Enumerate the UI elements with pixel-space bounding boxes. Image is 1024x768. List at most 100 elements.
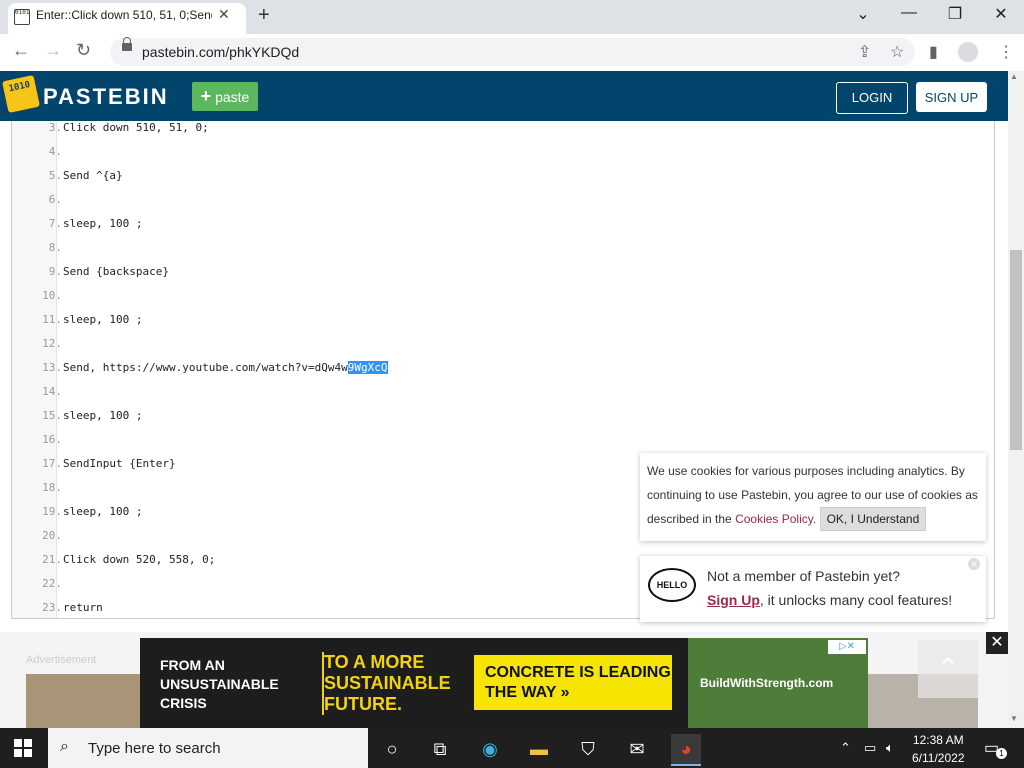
signup-link[interactable]: Sign Up (707, 592, 760, 608)
ad-label: Advertisement (26, 654, 97, 666)
line-text: Send ^{a} (63, 169, 123, 182)
close-window-icon[interactable]: ✕ (978, 4, 1024, 24)
line-number: 14. (42, 385, 62, 398)
line-content: Click down 520, 558, 0; (63, 553, 215, 566)
site-name[interactable]: PASTEBIN (43, 84, 169, 110)
tray-chevron-icon[interactable]: ⌃ (840, 740, 851, 756)
line-number: 13. (42, 361, 62, 374)
line-content: sleep, 100 ; (63, 409, 142, 422)
clock-date: 6/11/2022 (912, 751, 965, 765)
cortana-icon[interactable]: ○ (377, 734, 407, 764)
line-content: Send, https://www.youtube.com/watch?v=dQ… (63, 361, 388, 374)
reload-icon[interactable]: ↻ (76, 40, 91, 61)
new-paste-button[interactable]: + paste (192, 82, 258, 111)
line-number: 8. (48, 241, 62, 254)
pastebin-favicon-icon: 0101 (14, 9, 30, 25)
side-panel-icon[interactable]: ▮ (929, 42, 938, 62)
code-line: 12. (12, 337, 994, 361)
profile-avatar-icon[interactable] (958, 42, 978, 62)
scroll-to-top-icon[interactable]: ⌃ (918, 640, 978, 698)
line-text: Click down 510, 51, 0; (63, 121, 209, 134)
lock-icon[interactable] (122, 37, 132, 51)
tab-close-icon[interactable]: ✕ (218, 6, 230, 23)
tab-search-icon[interactable]: ⌄ (840, 4, 886, 24)
search-icon: ⌕ (60, 738, 69, 755)
minimize-icon[interactable]: — (886, 4, 932, 22)
forward-icon[interactable]: → (44, 40, 62, 61)
line-number: 9. (48, 265, 62, 278)
ad-headline-1: FROM AN UNSUSTAINABLE CRISIS (160, 657, 279, 711)
pastebin-logo-icon[interactable]: 1010 (0, 73, 42, 115)
line-text: sleep, 100 ; (63, 313, 143, 326)
line-text: Send, https://www.youtube.com/watch?v=dQ… (63, 361, 348, 374)
code-line: 11. sleep, 100 ; (12, 313, 994, 337)
task-view-icon[interactable]: ⧉ (425, 734, 455, 764)
edge-browser-icon[interactable]: ◉ (475, 734, 505, 764)
code-line: 13. Send, https://www.youtube.com/watch?v… (12, 361, 994, 385)
line-content: Send ^{a} (63, 169, 123, 182)
code-line: 9. Send {backspace} (12, 265, 994, 289)
notification-badge: 1 (996, 748, 1007, 759)
code-line: 14. (12, 385, 994, 409)
paste-label: paste (215, 89, 250, 105)
line-number: 15. (42, 409, 62, 422)
cookie-notice: We use cookies for various purposes incl… (640, 453, 986, 541)
close-prompt-icon[interactable]: ✕ (968, 558, 980, 570)
close-ad-icon[interactable]: ✕ (986, 632, 1008, 654)
code-line: 4. (12, 145, 994, 169)
line-number: 22. (42, 577, 62, 590)
tab-title: Enter::Click down 510, 51, 0;Send (36, 8, 212, 22)
line-number: 18. (42, 481, 62, 494)
line-text: Send {backspace} (63, 265, 169, 278)
line-text: sleep, 100 ; (63, 217, 143, 230)
cookies-policy-link[interactable]: Cookies Policy (735, 512, 813, 526)
ad-headline-3: CONCRETE IS LEADING THE WAY » (474, 655, 672, 710)
ad-side-image-left[interactable] (26, 674, 140, 728)
plus-icon: + (200, 86, 212, 106)
scroll-down-arrow-icon[interactable]: ▼ (1010, 714, 1018, 723)
line-content: sleep, 100 ; (63, 505, 142, 518)
scroll-up-arrow-icon[interactable]: ▲ (1010, 72, 1018, 81)
mail-icon[interactable]: ✉ (622, 734, 652, 764)
line-content: sleep, 100 ; (63, 217, 142, 230)
chrome-icon[interactable]: ◕ (671, 734, 701, 766)
signup-prompt-text: Not a member of Pastebin yet? Sign Up, i… (707, 564, 952, 612)
line-content: SendInput {Enter} (63, 457, 176, 470)
restore-icon[interactable]: ❐ (932, 4, 978, 24)
line-content: Click down 510, 51, 0; (63, 121, 209, 134)
taskbar-search-placeholder[interactable]: Type here to search (88, 740, 221, 757)
address-url[interactable]: pastebin.com/phkYKDQd (142, 44, 299, 60)
line-content: sleep, 100 ; (63, 313, 142, 326)
signup-prompt-line2: , it unlocks many cool features! (759, 592, 953, 608)
ad-banner[interactable]: FROM AN UNSUSTAINABLE CRISIS TO A MORE S… (140, 638, 868, 728)
bookmark-star-icon[interactable]: ☆ (890, 42, 904, 62)
line-text: sleep, 100 ; (63, 409, 143, 422)
line-number: 19. (42, 505, 62, 518)
code-line: 15. sleep, 100 ; (12, 409, 994, 433)
back-icon[interactable]: ← (12, 40, 30, 61)
line-number: 10. (42, 289, 62, 302)
menu-kebab-icon[interactable]: ⋮ (998, 42, 1014, 62)
taskbar-clock[interactable]: 12:38 AM 6/11/2022 (912, 731, 965, 767)
code-line: 8. (12, 241, 994, 265)
signup-prompt-line1: Not a member of Pastebin yet? (707, 568, 900, 584)
cookie-accept-button[interactable]: OK, I Understand (819, 507, 927, 531)
code-line: 5. Send ^{a} (12, 169, 994, 193)
new-tab-icon[interactable]: + (258, 4, 270, 27)
login-button[interactable]: LOGIN (836, 82, 908, 114)
ad-headline-2: TO A MORE SUSTAINABLE FUTURE. (322, 652, 472, 715)
file-explorer-icon[interactable]: ▬ (524, 734, 554, 764)
share-icon[interactable]: ⇪ (858, 42, 871, 62)
network-icon[interactable]: ▭ (864, 740, 876, 756)
line-number: 12. (42, 337, 62, 350)
line-number: 5. (48, 169, 62, 182)
line-number: 6. (48, 193, 62, 206)
scrollbar-thumb[interactable] (1010, 250, 1022, 450)
hello-speech-bubble-icon: HELLO (648, 568, 696, 602)
microsoft-store-icon[interactable]: ⛉ (573, 734, 603, 764)
signup-button[interactable]: SIGN UP (916, 82, 987, 112)
windows-start-icon[interactable] (14, 739, 32, 757)
adchoices-icon[interactable]: ▷✕ (828, 640, 866, 654)
line-number: 7. (48, 217, 62, 230)
volume-icon[interactable]: 🔈︎ (886, 740, 894, 756)
